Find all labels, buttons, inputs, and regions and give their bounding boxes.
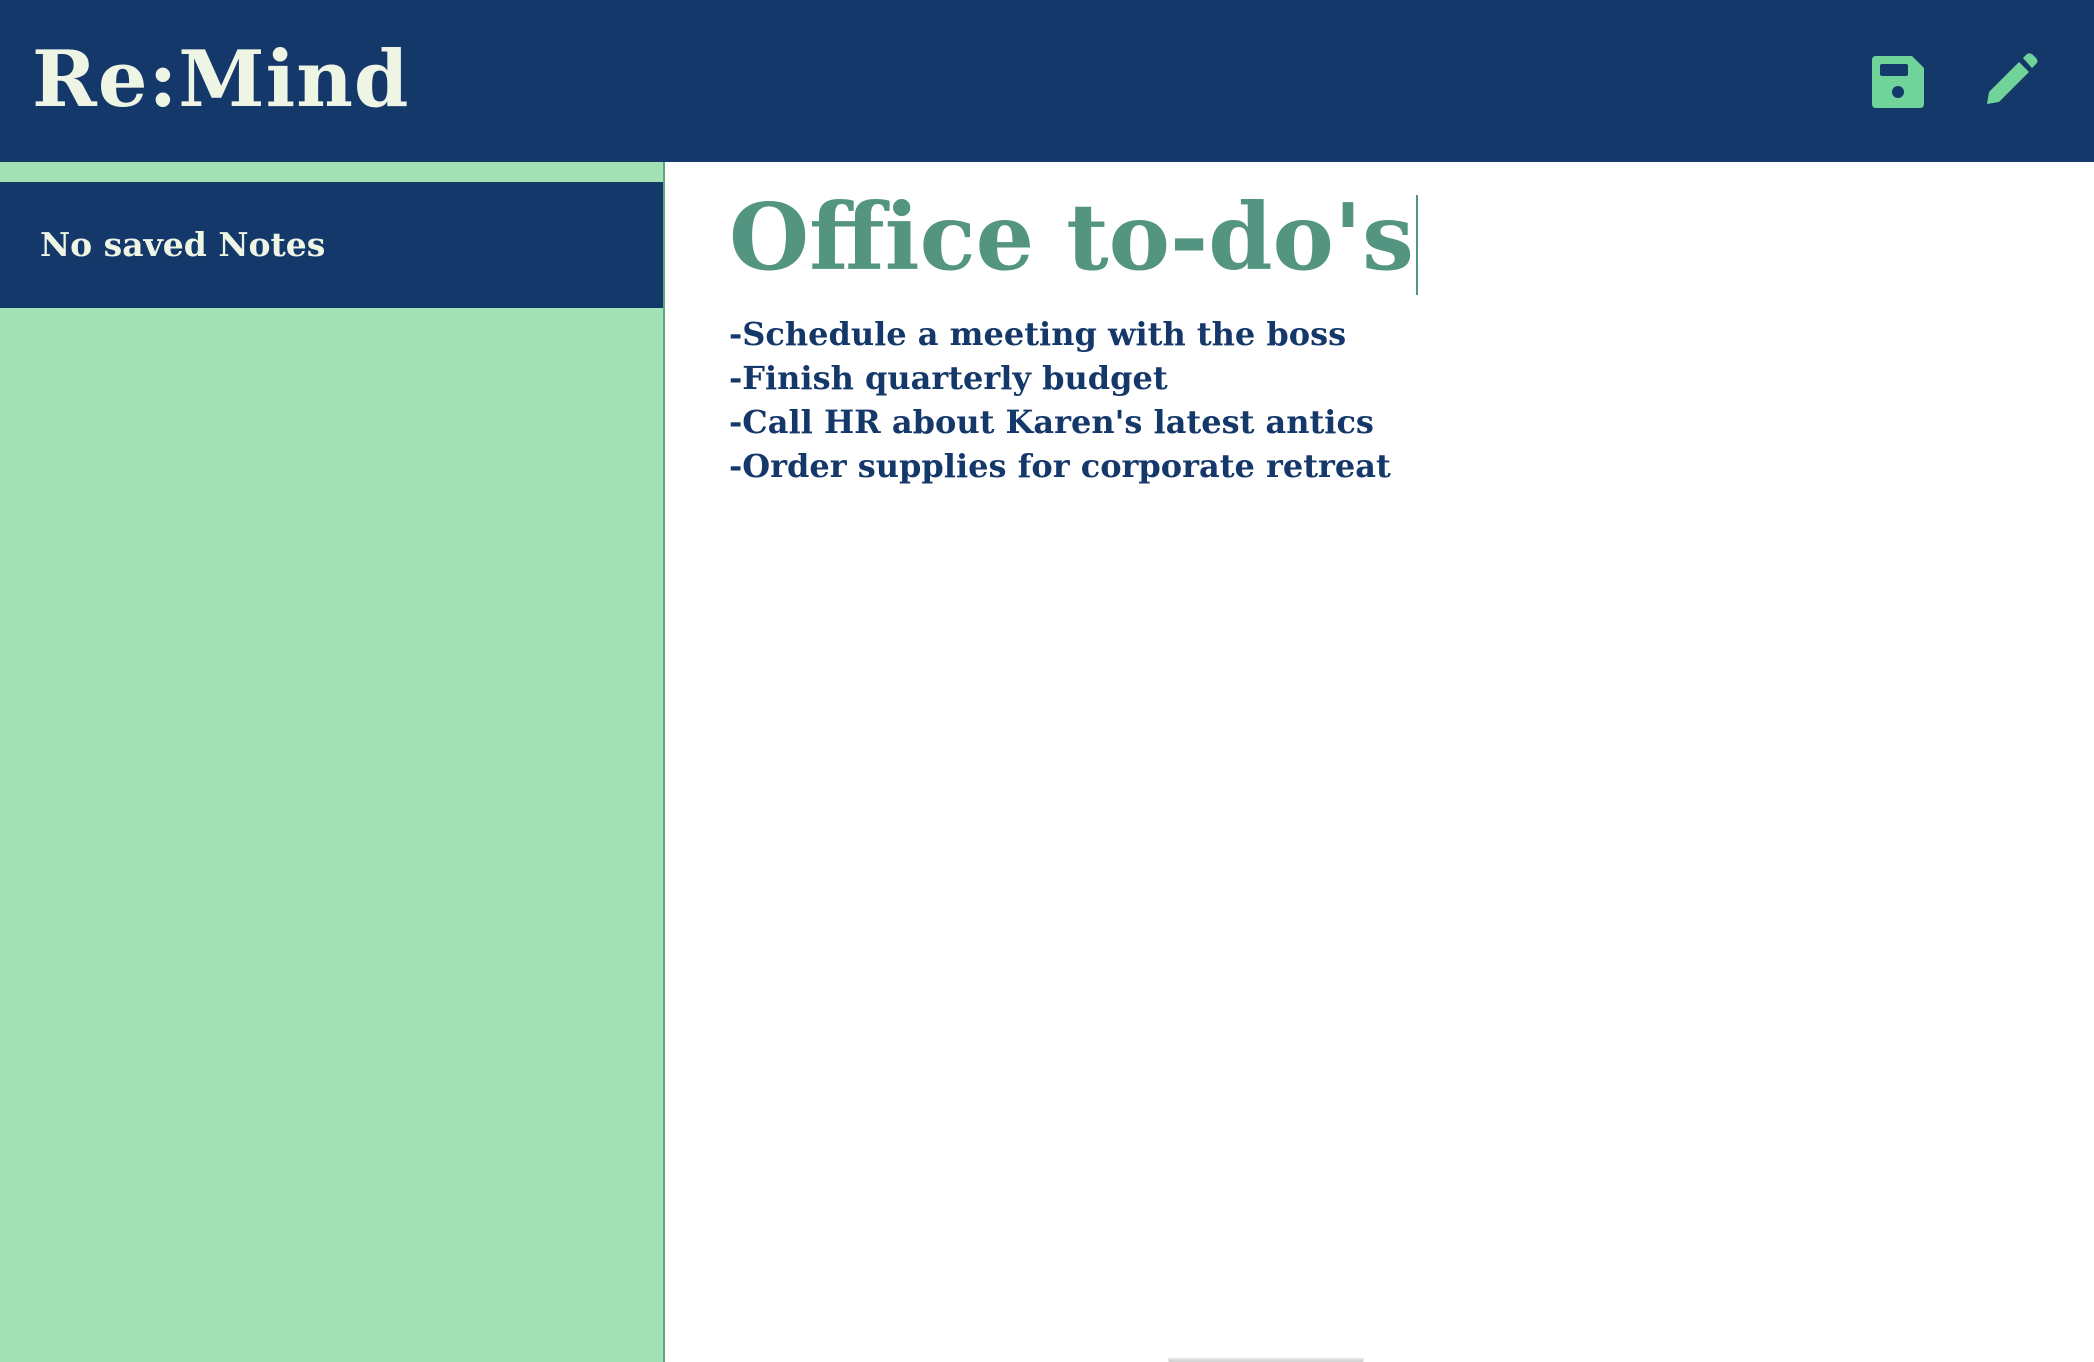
- note-editor: Office to-do's -Schedule a meeting with …: [667, 162, 2094, 1362]
- pencil-icon[interactable]: [1977, 50, 2041, 114]
- save-icon[interactable]: [1866, 50, 1930, 114]
- top-navbar: Re:Mind: [0, 0, 2094, 162]
- note-title-text: Office to-do's: [729, 183, 1414, 291]
- scroll-shadow: [1168, 1358, 1364, 1362]
- notes-sidebar: No saved Notes: [0, 162, 665, 1362]
- sidebar-item-empty-notes[interactable]: No saved Notes: [0, 182, 663, 308]
- note-title-input[interactable]: Office to-do's: [729, 182, 2029, 296]
- text-cursor: [1415, 195, 1418, 296]
- note-body-textarea[interactable]: -Schedule a meeting with the boss -Finis…: [729, 312, 2029, 1212]
- app-logo: Re:Mind: [32, 34, 410, 125]
- sidebar-item-label: No saved Notes: [40, 225, 326, 264]
